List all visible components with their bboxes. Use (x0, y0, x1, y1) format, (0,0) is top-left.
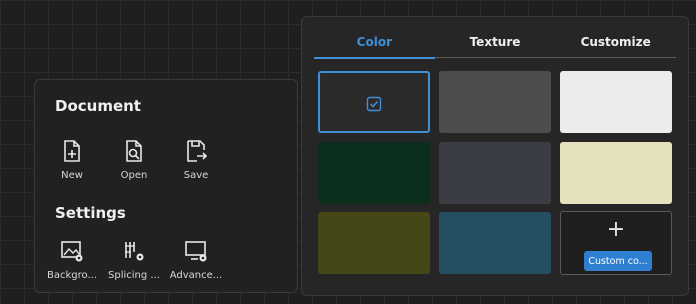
checkbox-checked-icon (366, 96, 382, 112)
settings-section-title: Settings (55, 204, 126, 222)
splicing-settings-icon (125, 242, 144, 261)
plus-icon: + (606, 217, 626, 242)
advanced-settings-label: Advance... (169, 270, 223, 281)
splicing-settings-button[interactable]: Splicing ... (102, 238, 166, 288)
open-button[interactable]: Open (102, 138, 166, 188)
color-swatch[interactable] (560, 71, 672, 133)
save-label: Save (183, 170, 209, 181)
new-button[interactable]: New (40, 138, 104, 188)
advanced-settings-icon (185, 241, 207, 262)
tab-color[interactable]: Color (314, 35, 435, 59)
custom-color-tile[interactable]: + Custom co... (560, 211, 672, 275)
background-picker-panel: Color Texture Customize + Custom co... (301, 16, 689, 296)
color-swatch[interactable] (439, 71, 551, 133)
save-icon (187, 140, 208, 162)
color-swatch[interactable] (560, 142, 672, 204)
document-section-title: Document (55, 97, 141, 115)
picker-tabs: Color Texture Customize (314, 35, 676, 59)
new-file-icon (64, 140, 80, 162)
color-swatch-selected[interactable] (318, 71, 430, 133)
color-swatch[interactable] (318, 212, 430, 274)
custom-color-button[interactable]: Custom co... (584, 251, 652, 271)
open-label: Open (120, 170, 148, 181)
color-swatch[interactable] (318, 142, 430, 204)
document-settings-panel: Document New Open Save Settings Backgro.… (34, 79, 298, 293)
background-settings-label: Backgro... (47, 270, 97, 281)
tab-texture[interactable]: Texture (435, 35, 556, 57)
new-label: New (61, 170, 83, 181)
advanced-settings-button[interactable]: Advance... (164, 238, 228, 288)
open-file-icon (126, 140, 142, 162)
color-swatch[interactable] (439, 142, 551, 204)
background-settings-button[interactable]: Backgro... (40, 238, 104, 288)
splicing-settings-label: Splicing ... (108, 270, 160, 281)
save-button[interactable]: Save (164, 138, 228, 188)
tab-customize[interactable]: Customize (555, 35, 676, 57)
color-swatch[interactable] (439, 212, 551, 274)
background-settings-icon (61, 241, 83, 262)
